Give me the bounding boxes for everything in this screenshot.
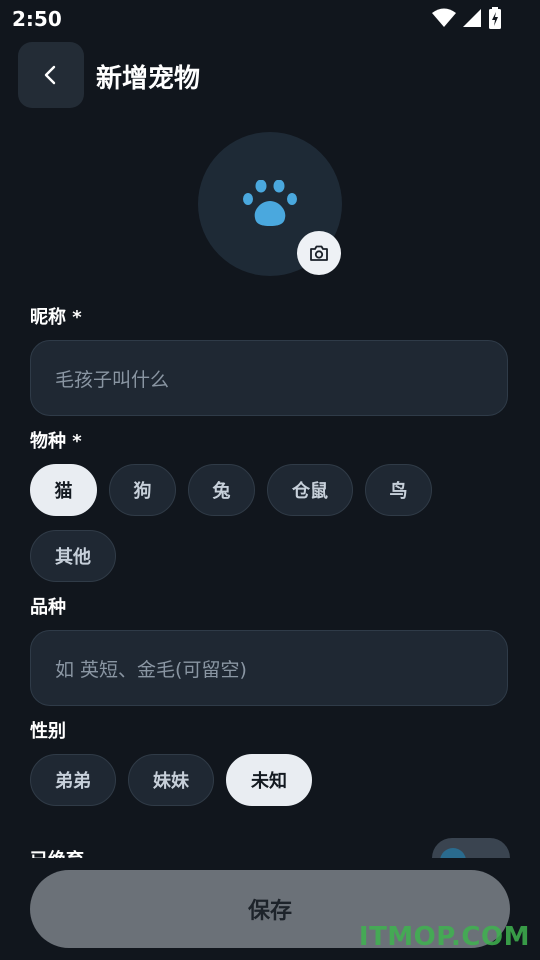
species-label: 物种 * [30, 431, 82, 452]
signal-icon [463, 9, 481, 27]
wifi-icon [432, 8, 456, 27]
camera-icon [310, 245, 328, 261]
species-chip-rabbit[interactable]: 兔 [188, 464, 255, 516]
back-button[interactable] [18, 42, 84, 108]
page-title: 新增宠物 [96, 64, 201, 94]
neutered-toggle[interactable] [432, 838, 510, 858]
gender-chip-unknown[interactable]: 未知 [226, 754, 312, 806]
toggle-knob [440, 848, 466, 858]
app-header: 新增宠物 [0, 40, 540, 110]
gender-label: 性别 [30, 721, 66, 742]
status-time: 2:50 [12, 7, 62, 31]
neutered-row: 已绝育 [0, 836, 540, 858]
species-chip-hamster[interactable]: 仓鼠 [267, 464, 353, 516]
watermark: ITMOP.COM [358, 922, 530, 952]
nickname-label: 昵称 * [30, 307, 82, 328]
species-chip-dog[interactable]: 狗 [109, 464, 176, 516]
chevron-left-icon [44, 65, 56, 85]
paw-icon [243, 180, 297, 226]
status-icons [432, 7, 502, 29]
breed-input[interactable]: 如 英短、金毛(可留空) [30, 630, 508, 706]
neutered-label: 已绝育 [30, 846, 84, 858]
camera-button[interactable] [297, 231, 341, 275]
species-chip-cat[interactable]: 猫 [30, 464, 97, 516]
species-chip-other[interactable]: 其他 [30, 530, 116, 582]
species-chip-bird[interactable]: 鸟 [365, 464, 432, 516]
gender-chip-male[interactable]: 弟弟 [30, 754, 116, 806]
gender-chip-female[interactable]: 妹妹 [128, 754, 214, 806]
battery-charging-icon [489, 7, 501, 29]
breed-label: 品种 [30, 597, 66, 618]
status-bar: 2:50 [0, 0, 540, 36]
nickname-input[interactable]: 毛孩子叫什么 [30, 340, 508, 416]
